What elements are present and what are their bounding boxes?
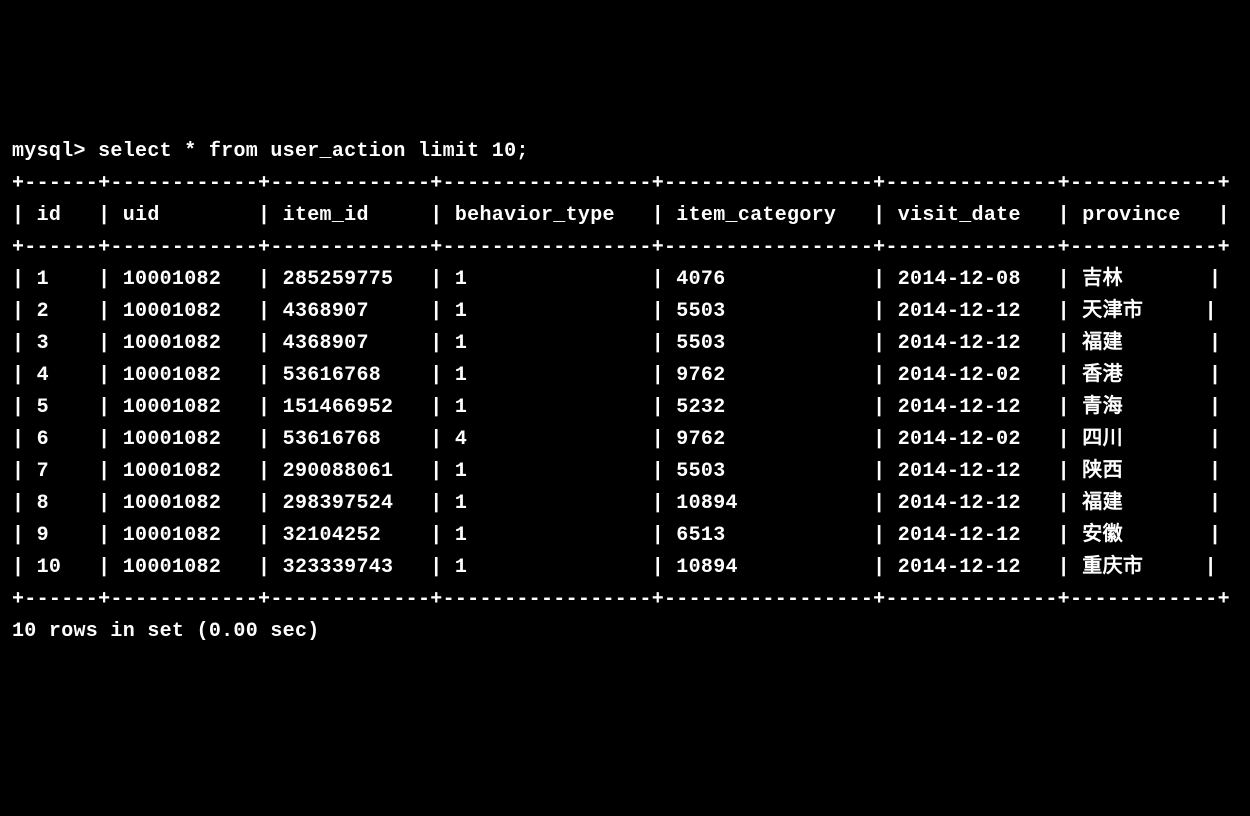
table-border-bottom: +------+------------+-------------+-----… bbox=[12, 588, 1230, 611]
mysql-prompt: mysql> bbox=[12, 140, 86, 163]
table-data-rows: | 1 | 10001082 | 285259775 | 1 | 4076 | … bbox=[12, 268, 1221, 579]
status-line: 10 rows in set (0.00 sec) bbox=[12, 620, 320, 643]
terminal-output: mysql> select * from user_action limit 1… bbox=[12, 136, 1238, 648]
table-header-row: | id | uid | item_id | behavior_type | i… bbox=[12, 204, 1230, 227]
table-border-header: +------+------------+-------------+-----… bbox=[12, 236, 1230, 259]
sql-query: select * from user_action limit 10; bbox=[98, 140, 529, 163]
table-border-top: +------+------------+-------------+-----… bbox=[12, 172, 1230, 195]
